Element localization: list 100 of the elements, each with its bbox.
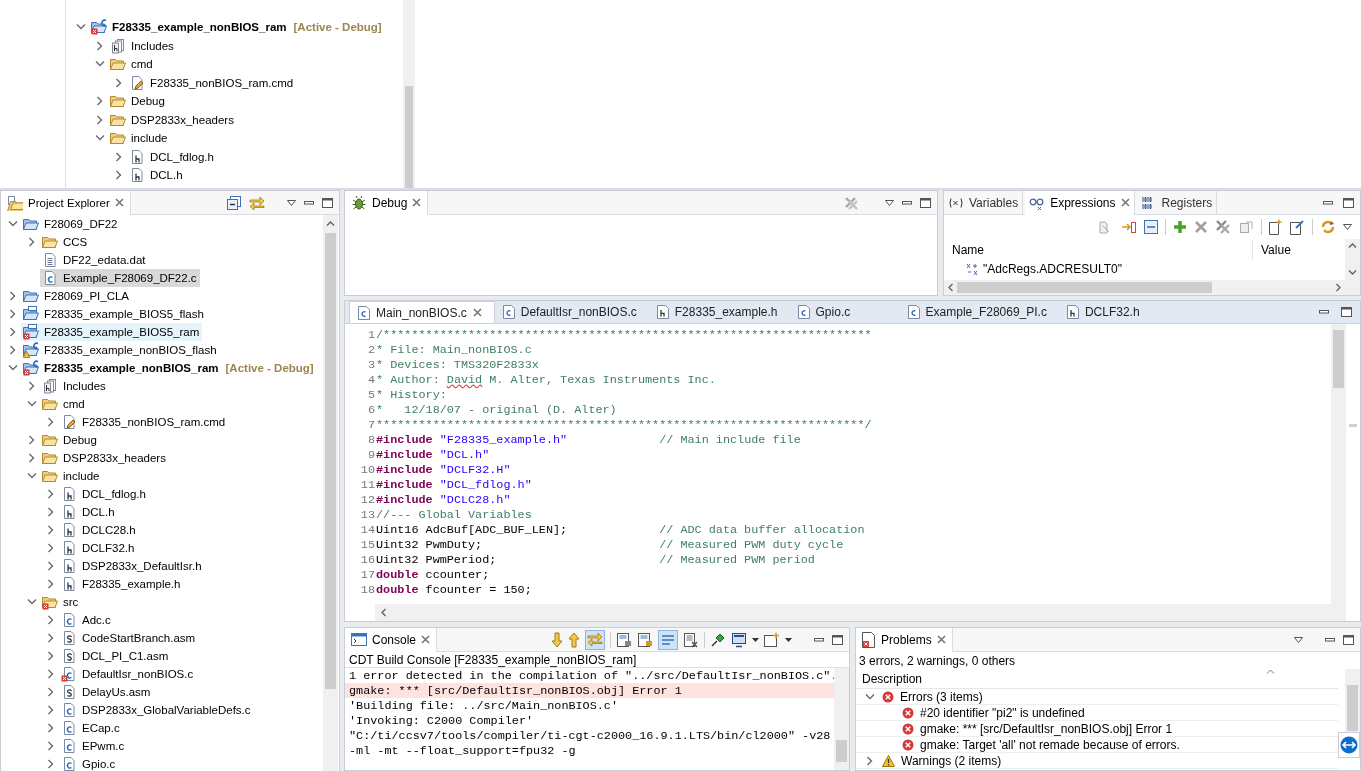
down-arrow-icon[interactable] bbox=[551, 631, 563, 648]
editor-tab[interactable]: Example_F28069_PI.c bbox=[899, 301, 1059, 323]
close-icon[interactable] bbox=[472, 308, 482, 317]
minimize-icon[interactable] bbox=[1319, 310, 1329, 314]
tree-item[interactable]: Includes bbox=[108, 36, 177, 55]
tree-item[interactable]: Debug bbox=[108, 92, 168, 111]
clear-console-icon[interactable] bbox=[683, 631, 699, 648]
tree-item[interactable]: F28335_nonBIOS_ram.cmd bbox=[127, 73, 297, 92]
close-icon[interactable] bbox=[114, 198, 124, 207]
tree-item[interactable]: DCL.h bbox=[59, 503, 118, 521]
tree-item[interactable]: include bbox=[108, 129, 171, 148]
chevron-right-icon[interactable] bbox=[116, 151, 122, 162]
chevron-right-icon[interactable] bbox=[48, 759, 54, 769]
view-tab[interactable]: Variables bbox=[944, 191, 1024, 215]
close-icon[interactable] bbox=[936, 635, 946, 644]
chevron-right-icon[interactable] bbox=[48, 615, 54, 625]
monitor-icon[interactable] bbox=[731, 631, 747, 648]
chevron-right-icon[interactable] bbox=[48, 543, 54, 553]
editor-tab[interactable]: Main_nonBIOS.c bbox=[349, 301, 495, 323]
chevron-right-icon[interactable] bbox=[10, 291, 16, 301]
tree-item[interactable]: Debug bbox=[40, 431, 100, 449]
column-header[interactable]: Description bbox=[862, 671, 923, 686]
tree-item[interactable]: cmd bbox=[108, 55, 156, 74]
maximize-icon[interactable] bbox=[1343, 634, 1354, 645]
tree-item[interactable]: DCL.h bbox=[127, 166, 186, 185]
chevron-right-icon[interactable] bbox=[29, 381, 35, 391]
scroll-thumb[interactable] bbox=[836, 740, 847, 762]
chevron-right-icon[interactable] bbox=[48, 507, 54, 517]
problem-item[interactable]: #20 identifier "pi2" is undefined bbox=[920, 705, 1085, 720]
vertical-scrollbar[interactable] bbox=[834, 668, 849, 770]
refresh-icon[interactable] bbox=[1320, 219, 1336, 235]
scroll-thumb[interactable] bbox=[405, 86, 413, 188]
chevron-right-icon[interactable] bbox=[48, 687, 54, 697]
tree-item[interactable]: DCLF32.h bbox=[59, 539, 138, 557]
chevron-down-icon[interactable] bbox=[8, 221, 18, 227]
remove-icon[interactable] bbox=[1194, 220, 1208, 234]
chevron-down-icon[interactable] bbox=[27, 599, 37, 605]
tree-item[interactable]: DSP2833x_headers bbox=[40, 449, 169, 467]
collapse-all-icon[interactable] bbox=[227, 195, 241, 210]
scroll-down-icon[interactable] bbox=[1348, 270, 1357, 275]
view-tab[interactable]: Console bbox=[345, 628, 438, 652]
editor-tab[interactable]: DCLF32.h bbox=[1058, 301, 1169, 323]
tree-item[interactable]: src bbox=[40, 593, 82, 611]
chevron-down-icon[interactable] bbox=[865, 693, 875, 700]
minimize-icon[interactable] bbox=[902, 200, 912, 205]
expression-name[interactable]: "AdcRegs.ADCRESULT0" bbox=[983, 262, 1122, 276]
tree-item[interactable]: CodeStartBranch.asm bbox=[59, 629, 199, 647]
tree-item[interactable]: F28069_PI_CLA bbox=[21, 287, 133, 305]
view-menu-icon[interactable] bbox=[287, 199, 296, 206]
tree-item[interactable]: F28335_example_nonBIOS_ram bbox=[89, 18, 290, 37]
tree-item[interactable]: ECap.c bbox=[59, 719, 123, 737]
chevron-right-icon[interactable] bbox=[48, 633, 54, 643]
tree-item[interactable]: DSP2833x_DefaultIsr.h bbox=[59, 557, 205, 575]
chevron-right-icon[interactable] bbox=[48, 579, 54, 589]
view-tab[interactable]: Registers bbox=[1136, 191, 1218, 215]
chevron-right-icon[interactable] bbox=[48, 651, 54, 661]
vertical-scrollbar[interactable] bbox=[403, 0, 415, 188]
tree-item[interactable]: DelayUs.asm bbox=[59, 683, 154, 701]
collapse-icon[interactable] bbox=[1144, 220, 1158, 234]
problem-group[interactable]: Warnings (2 items) bbox=[901, 753, 1002, 768]
tree-item[interactable]: DCL_fdlog.h bbox=[59, 485, 149, 503]
maximize-icon[interactable] bbox=[1343, 197, 1354, 208]
arrow-right-icon[interactable] bbox=[1121, 219, 1137, 235]
vertical-scrollbar[interactable] bbox=[1331, 324, 1346, 621]
tree-item[interactable]: include bbox=[40, 467, 103, 485]
view-menu-icon[interactable] bbox=[1343, 224, 1352, 230]
maximize-icon[interactable] bbox=[832, 634, 843, 645]
minimize-icon[interactable] bbox=[814, 637, 824, 642]
tree-item[interactable]: Example_F28069_DF22.c bbox=[40, 269, 200, 287]
tree-item[interactable]: F28335_example_nonBIOS_ram bbox=[21, 359, 222, 377]
column-header[interactable]: Value bbox=[1253, 243, 1291, 257]
tree-item[interactable]: F28335_example.h bbox=[59, 575, 184, 593]
maximize-icon[interactable] bbox=[920, 197, 931, 208]
tree-item[interactable]: DF22_edata.dat bbox=[40, 251, 149, 269]
tree-item[interactable]: DCLC28.h bbox=[59, 521, 139, 539]
view-tab[interactable]: Expressions bbox=[1025, 191, 1135, 215]
scroll-left-icon[interactable] bbox=[948, 283, 953, 292]
chevron-right-icon[interactable] bbox=[48, 723, 54, 733]
view-menu-icon[interactable] bbox=[885, 199, 894, 206]
tree-item[interactable]: cmd bbox=[40, 395, 88, 413]
dropdown-caret-icon[interactable] bbox=[785, 637, 792, 642]
chevron-right-icon[interactable] bbox=[48, 669, 54, 679]
new-document-icon[interactable] bbox=[1269, 219, 1283, 235]
chevron-right-icon[interactable] bbox=[48, 417, 54, 427]
tree-item[interactable]: EPwm.c bbox=[59, 737, 128, 755]
chevron-right-icon[interactable] bbox=[116, 77, 122, 88]
minimize-icon[interactable] bbox=[1323, 200, 1333, 205]
problem-item[interactable]: gmake: *** [src/DefaultIsr_nonBIOS.obj] Error 1 bbox=[920, 721, 1173, 736]
chevron-down-icon[interactable] bbox=[76, 24, 86, 31]
chevron-right-icon[interactable] bbox=[29, 237, 35, 247]
tree-item[interactable]: F28069_DF22 bbox=[21, 215, 121, 233]
problem-item[interactable]: gmake: Target 'all' not remade because of errors. bbox=[920, 737, 1180, 752]
vertical-scrollbar[interactable] bbox=[1345, 239, 1360, 295]
new-window-icon[interactable] bbox=[764, 631, 780, 648]
edit-document-icon[interactable] bbox=[1290, 219, 1305, 235]
chevron-right-icon[interactable] bbox=[10, 327, 16, 337]
tree-item[interactable]: DSP2833x_GlobalVariableDefs.c bbox=[59, 701, 254, 719]
minimize-icon[interactable] bbox=[1325, 637, 1335, 642]
scroll-left-icon[interactable] bbox=[381, 608, 386, 617]
tree-item[interactable]: DCL_fdlog.h bbox=[127, 147, 217, 166]
